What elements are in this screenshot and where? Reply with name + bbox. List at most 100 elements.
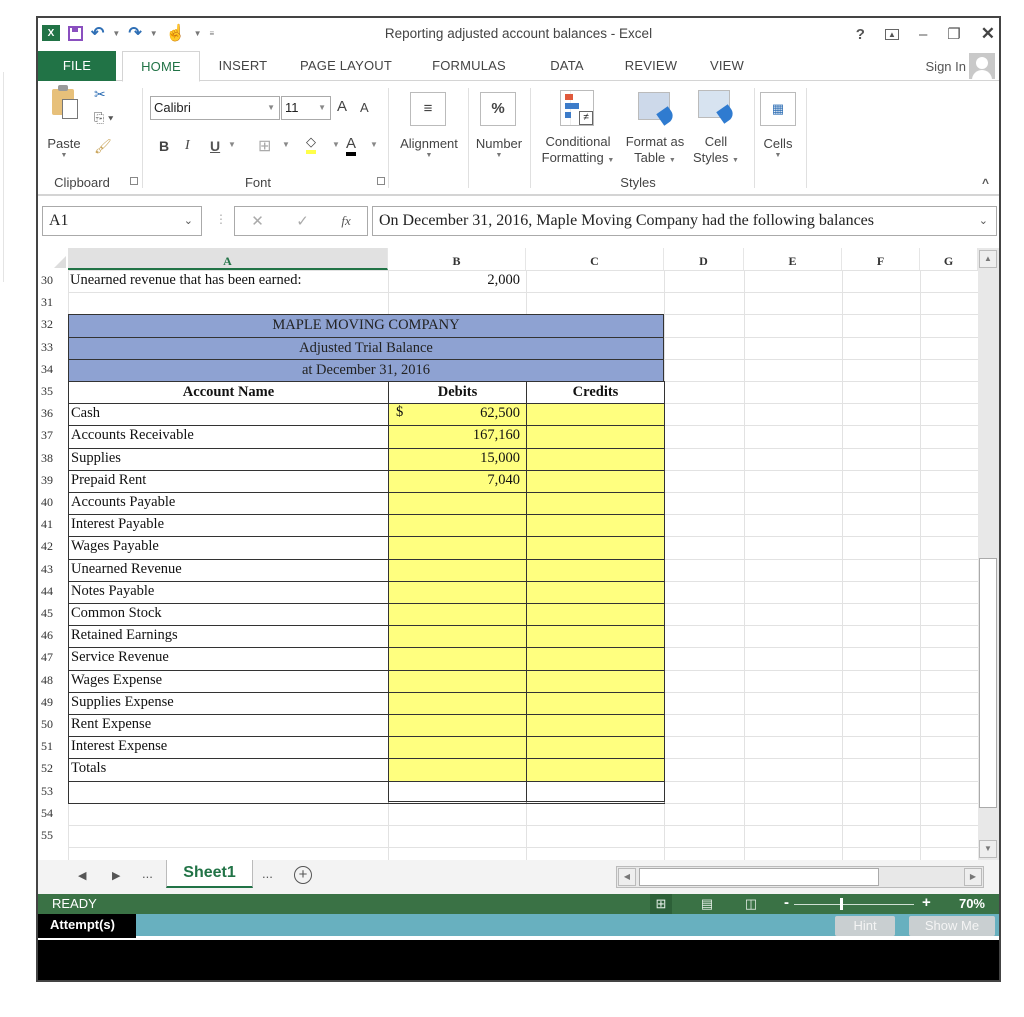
column-header-e[interactable]: E bbox=[744, 248, 842, 270]
row-header[interactable]: 39 bbox=[38, 473, 68, 488]
row-header[interactable]: 42 bbox=[38, 539, 68, 554]
row-header[interactable]: 54 bbox=[38, 806, 68, 821]
zoom-in-button[interactable]: + bbox=[922, 894, 931, 911]
insert-function-icon[interactable]: fx bbox=[341, 213, 350, 229]
row-header[interactable]: 51 bbox=[38, 739, 68, 754]
row-header[interactable]: 49 bbox=[38, 695, 68, 710]
normal-view-icon[interactable]: ⊞ bbox=[650, 894, 672, 914]
zoom-level[interactable]: 70% bbox=[959, 896, 985, 911]
debit-input-cell[interactable] bbox=[388, 580, 527, 604]
scroll-left-icon[interactable]: ◀ bbox=[618, 868, 636, 886]
bold-button[interactable]: B bbox=[159, 138, 169, 154]
account-name-cell[interactable]: Unearned Revenue bbox=[68, 558, 389, 582]
debit-input-cell[interactable] bbox=[388, 536, 527, 560]
credit-input-cell[interactable] bbox=[526, 758, 665, 782]
account-name-cell[interactable]: Wages Payable bbox=[68, 536, 389, 560]
prev-sheet-icon[interactable]: ◀ bbox=[78, 869, 86, 882]
credit-input-cell[interactable] bbox=[526, 536, 665, 560]
credit-input-cell[interactable] bbox=[526, 558, 665, 582]
header-debits[interactable]: Debits bbox=[388, 381, 527, 405]
cell-styles-button[interactable]: Cell Styles ▼ bbox=[690, 134, 742, 169]
font-name-select[interactable]: Calibri ▼ bbox=[150, 96, 280, 120]
sheet-tab-sheet1[interactable]: Sheet1 bbox=[166, 860, 253, 888]
account-name-cell[interactable]: Retained Earnings bbox=[68, 625, 389, 649]
debit-input-cell[interactable] bbox=[388, 647, 527, 671]
account-name-cell[interactable]: Notes Payable bbox=[68, 580, 389, 604]
title-band-line[interactable]: MAPLE MOVING COMPANY bbox=[68, 314, 664, 338]
row-header[interactable]: 30 bbox=[38, 273, 68, 288]
account-name-cell[interactable]: Totals bbox=[68, 758, 389, 782]
paste-button[interactable]: Paste ▼ bbox=[44, 136, 84, 160]
name-box[interactable]: A1 ⌄ bbox=[42, 206, 202, 236]
fill-color-dropdown-icon[interactable]: ▼ bbox=[332, 140, 340, 149]
zoom-out-button[interactable]: - bbox=[784, 894, 789, 911]
debit-input-cell[interactable]: 7,040 bbox=[388, 469, 527, 493]
row-header[interactable]: 47 bbox=[38, 650, 68, 665]
debit-input-cell[interactable]: 15,000 bbox=[388, 447, 527, 471]
scroll-up-icon[interactable]: ▲ bbox=[979, 250, 997, 268]
italic-button[interactable]: I bbox=[185, 138, 190, 154]
cell-c53[interactable] bbox=[526, 780, 665, 804]
cells-button[interactable]: Cells ▼ bbox=[756, 136, 800, 160]
confirm-entry-icon[interactable]: ✓ bbox=[296, 212, 309, 230]
credit-input-cell[interactable] bbox=[526, 736, 665, 760]
row-header[interactable]: 37 bbox=[38, 428, 68, 443]
underline-dropdown-icon[interactable]: ▼ bbox=[228, 140, 236, 149]
column-header-b[interactable]: B bbox=[388, 248, 526, 270]
column-header-c[interactable]: C bbox=[526, 248, 664, 270]
row-header[interactable]: 34 bbox=[38, 362, 68, 377]
account-name-cell[interactable]: Service Revenue bbox=[68, 647, 389, 671]
tab-view[interactable]: VIEW bbox=[702, 51, 752, 81]
row-header[interactable]: 44 bbox=[38, 584, 68, 599]
row-header[interactable]: 43 bbox=[38, 562, 68, 577]
grow-font-button[interactable]: A bbox=[337, 98, 347, 115]
font-launcher-icon[interactable] bbox=[377, 177, 385, 185]
row-header[interactable]: 33 bbox=[38, 340, 68, 355]
debit-input-cell[interactable] bbox=[388, 492, 527, 516]
debit-input-cell[interactable] bbox=[388, 758, 527, 782]
tab-page-layout[interactable]: PAGE LAYOUT bbox=[296, 51, 396, 81]
row-header[interactable]: 36 bbox=[38, 406, 68, 421]
conditional-formatting-icon[interactable]: ≠ bbox=[560, 90, 594, 126]
copy-icon[interactable]: ⎘ ▾ bbox=[94, 110, 113, 126]
cell-b30[interactable]: 2,000 bbox=[388, 272, 526, 289]
font-size-select[interactable]: 11 ▼ bbox=[281, 96, 331, 120]
sign-in-button[interactable]: Sign In bbox=[926, 53, 995, 79]
number-format-icon[interactable]: % bbox=[480, 92, 516, 126]
horizontal-scroll-thumb[interactable] bbox=[639, 868, 879, 886]
shrink-font-button[interactable]: A bbox=[360, 100, 369, 115]
row-header[interactable]: 50 bbox=[38, 717, 68, 732]
credit-input-cell[interactable] bbox=[526, 580, 665, 604]
zoom-slider[interactable] bbox=[794, 904, 914, 905]
title-band-line[interactable]: at December 31, 2016 bbox=[68, 358, 664, 382]
page-break-view-icon[interactable]: ◫ bbox=[740, 894, 762, 914]
cell-a53[interactable] bbox=[68, 780, 389, 804]
collapse-ribbon-icon[interactable]: ^ bbox=[982, 176, 989, 190]
format-as-table-button[interactable]: Format as Table ▼ bbox=[622, 134, 688, 169]
formula-input[interactable]: On December 31, 2016, Maple Moving Compa… bbox=[372, 206, 997, 236]
credit-input-cell[interactable] bbox=[526, 469, 665, 493]
row-header[interactable]: 45 bbox=[38, 606, 68, 621]
minimize-icon[interactable]: – bbox=[919, 26, 927, 43]
credit-input-cell[interactable] bbox=[526, 514, 665, 538]
tab-home[interactable]: HOME bbox=[122, 51, 200, 82]
cells-icon[interactable]: ▦ bbox=[760, 92, 796, 126]
row-header[interactable]: 31 bbox=[38, 295, 68, 310]
cell-a30[interactable]: Unearned revenue that has been earned: bbox=[68, 272, 388, 289]
tab-review[interactable]: REVIEW bbox=[616, 51, 686, 81]
column-header-d[interactable]: D bbox=[664, 248, 744, 270]
alignment-button[interactable]: Alignment ▼ bbox=[392, 136, 466, 160]
debit-input-cell[interactable] bbox=[388, 558, 527, 582]
account-name-cell[interactable]: Interest Expense bbox=[68, 736, 389, 760]
tab-data[interactable]: DATA bbox=[540, 51, 594, 81]
account-name-cell[interactable]: Prepaid Rent bbox=[68, 469, 389, 493]
add-sheet-icon[interactable]: + bbox=[294, 866, 312, 884]
formula-bar-resize-handle[interactable]: ⋮ bbox=[215, 212, 227, 226]
account-name-cell[interactable]: Wages Expense bbox=[68, 669, 389, 693]
page-layout-view-icon[interactable]: ▤ bbox=[696, 894, 718, 914]
more-sheets-left[interactable]: ... bbox=[142, 866, 153, 881]
select-all-button[interactable] bbox=[38, 248, 68, 270]
credit-input-cell[interactable] bbox=[526, 669, 665, 693]
credit-input-cell[interactable] bbox=[526, 492, 665, 516]
cancel-entry-icon[interactable]: ✕ bbox=[251, 212, 264, 230]
